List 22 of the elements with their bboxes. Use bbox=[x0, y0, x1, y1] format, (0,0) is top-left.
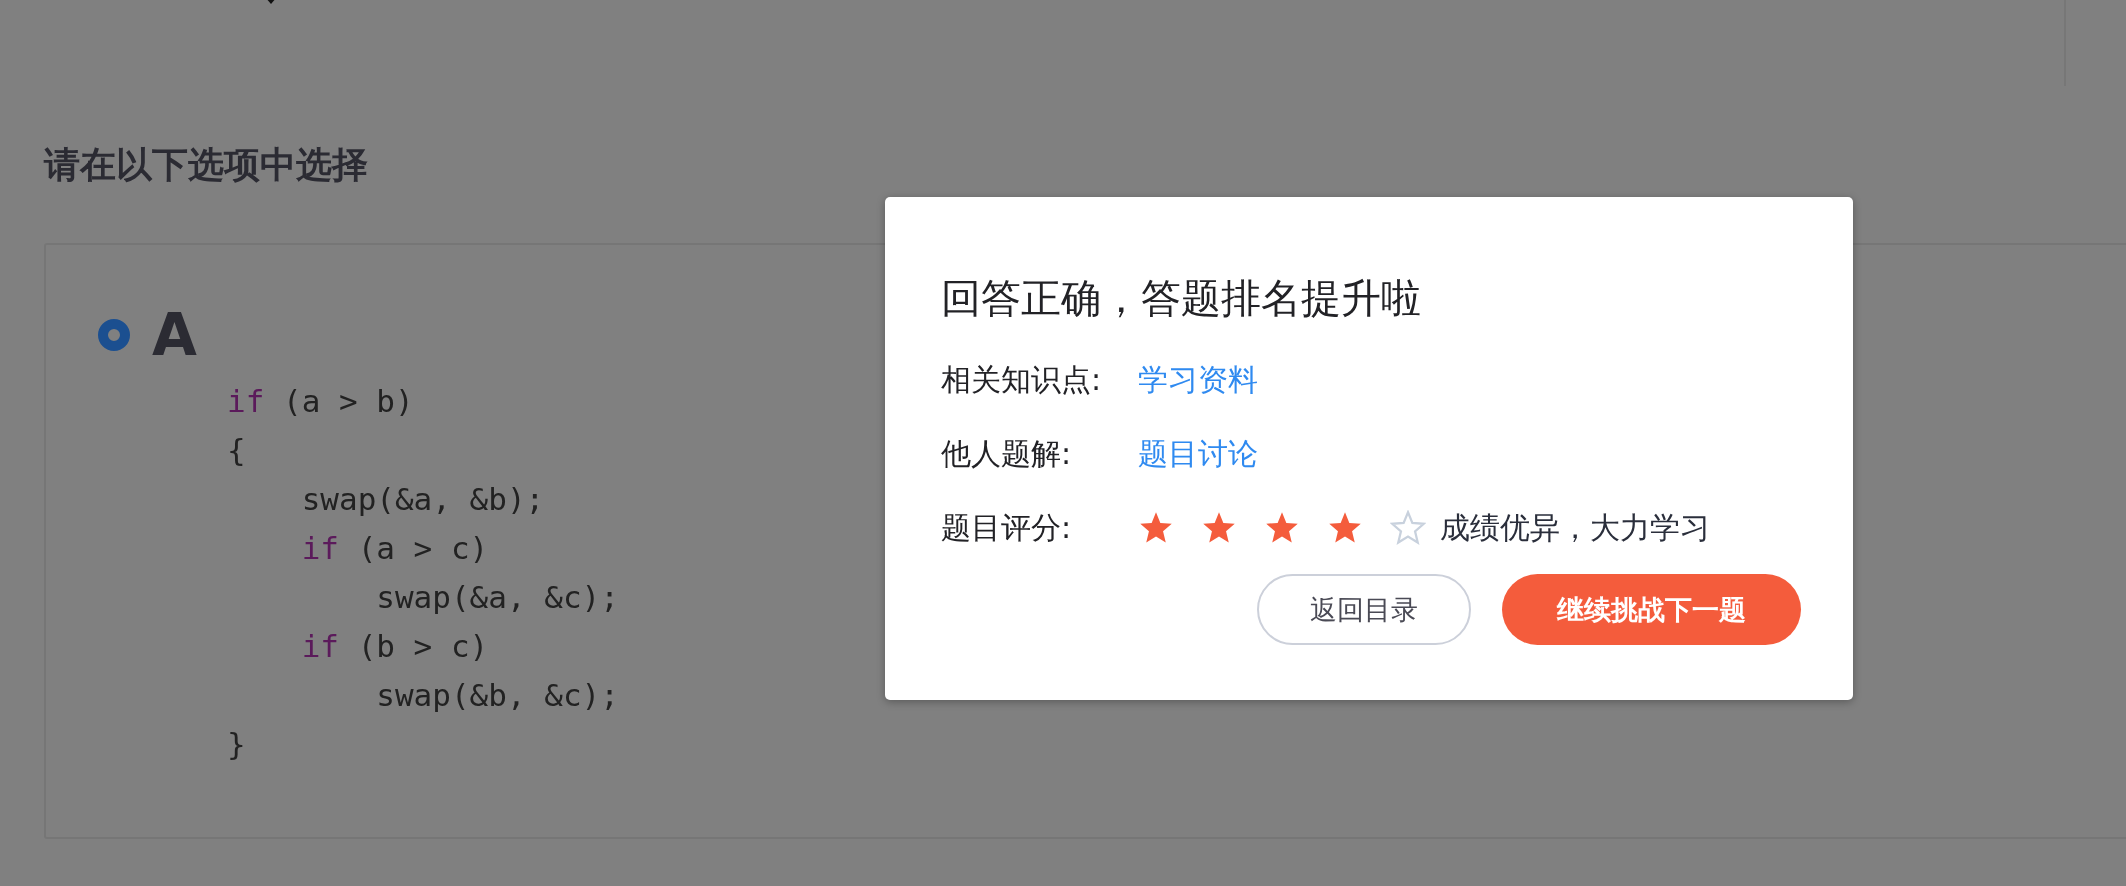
link[interactable]: 题目讨论 bbox=[1138, 433, 1258, 475]
next-question-button[interactable]: 继续挑战下一题 bbox=[1502, 574, 1801, 645]
option-label: A bbox=[152, 305, 197, 365]
code-line: swap(&b, &c); bbox=[376, 676, 619, 715]
rating-comment: 成绩优异，大力学习 bbox=[1440, 508, 1710, 547]
radio-button[interactable] bbox=[98, 319, 130, 351]
field-label: 他人题解: bbox=[941, 434, 1073, 473]
code-line: if (a > c) bbox=[301, 529, 489, 568]
star-rating[interactable] bbox=[1138, 510, 1426, 546]
code-line: if (b > c) bbox=[301, 627, 489, 666]
code-line: } bbox=[227, 725, 246, 764]
empty-star-icon bbox=[1390, 510, 1426, 546]
field-label: 题目评分: bbox=[941, 508, 1073, 547]
link[interactable]: 学习资料 bbox=[1138, 359, 1258, 401]
code-line: swap(&a, &c); bbox=[376, 578, 619, 617]
field-label: 相关知识点: bbox=[941, 360, 1103, 399]
dialog-title: 回答正确，答题排名提升啦 bbox=[941, 274, 1422, 323]
code-line: swap(&a, &b); bbox=[301, 480, 545, 519]
code-line: if (a > b) bbox=[227, 382, 414, 421]
code-line: { bbox=[227, 431, 246, 470]
back-to-list-button[interactable]: 返回目录 bbox=[1257, 574, 1471, 645]
section-heading: 请在以下选项中选择 bbox=[44, 143, 369, 187]
